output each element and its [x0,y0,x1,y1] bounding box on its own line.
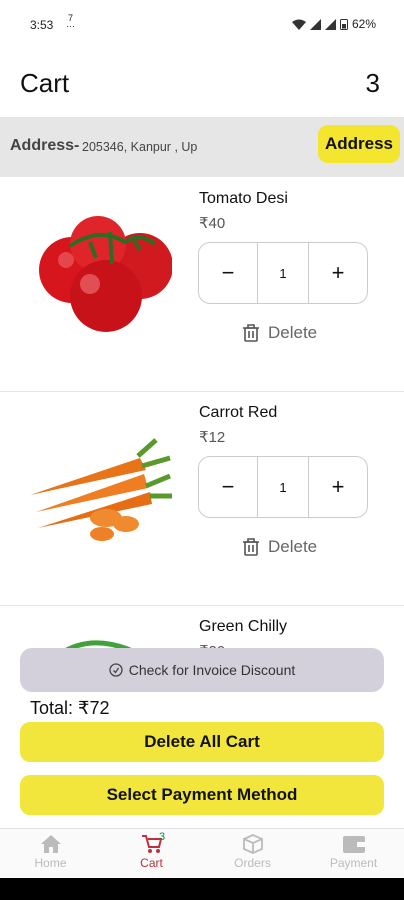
cart-count: 3 [365,68,380,98]
item-name: Carrot Red [199,404,278,421]
carrot-image [30,400,172,562]
decrement-button[interactable]: − [199,457,257,517]
delete-label: Delete [268,323,318,342]
nav-label: Cart [140,856,163,870]
nav-label: Payment [329,856,378,870]
item-name: Tomato Desi [199,190,288,207]
cart-item: Carrot Red ₹12 − 1 + Delete [0,392,404,606]
wifi-icon [291,19,306,30]
item-price: ₹40 [199,215,226,232]
trash-icon [243,538,259,556]
increment-button[interactable]: + [309,243,367,303]
nav-tab-orders[interactable]: Orders [202,829,303,879]
box-icon [242,834,263,854]
quantity-stepper: − 1 + [198,456,368,518]
nav-label: Home [34,856,67,870]
address-button[interactable]: Address [318,125,400,163]
decrement-button[interactable]: − [199,243,257,303]
item-name: Green Chilly [199,618,288,635]
discount-icon [109,663,123,677]
nav-label: Orders [234,856,271,870]
item-price: ₹12 [199,429,226,446]
cart-badge: 3 [159,831,166,843]
nav-tab-home[interactable]: Home [0,829,101,879]
quantity-value: 1 [257,243,309,303]
select-payment-method-button[interactable]: Select Payment Method [20,775,384,815]
delete-label: Delete [268,537,318,556]
address-value: 205346, Kanpur , Up [82,140,198,154]
signal-icon [309,18,321,30]
status-time: 3:53 [30,18,54,32]
nav-tab-cart[interactable]: 3 Cart [101,829,202,879]
trash-icon [243,324,259,342]
quantity-stepper: − 1 + [198,242,368,304]
battery-icon [339,19,348,30]
cart-header: Cart 3 [0,60,404,110]
home-icon [40,835,61,853]
address-label: Address- [10,137,80,154]
delete-button[interactable]: Delete [242,323,317,343]
cart-total: Total: ₹72 [30,698,110,718]
invoice-discount-button[interactable]: Check for Invoice Discount [20,648,384,692]
battery-level: 62% [351,17,376,31]
address-bar: Address- 205346, Kanpur , Up Address [0,117,404,177]
delete-all-cart-button[interactable]: Delete All Cart [20,722,384,762]
increment-button[interactable]: + [309,457,367,517]
system-gesture-bar [0,878,404,900]
signal-icon-2 [324,18,336,30]
bottom-nav: Home 3 Cart Orders Payment [0,828,404,879]
status-bar: 3:53 7 ··· 62% [0,0,404,50]
cart-item: Tomato Desi ₹40 − 1 + Delete [0,178,404,392]
invoice-discount-label: Check for Invoice Discount [128,662,296,678]
quantity-value: 1 [257,457,309,517]
wallet-icon [342,836,365,853]
notification-icon: 7 ··· [66,13,75,31]
tomato-image [30,186,172,348]
delete-button[interactable]: Delete [242,537,317,557]
nav-tab-payment[interactable]: Payment [303,829,404,879]
page-title: Cart [20,68,70,98]
